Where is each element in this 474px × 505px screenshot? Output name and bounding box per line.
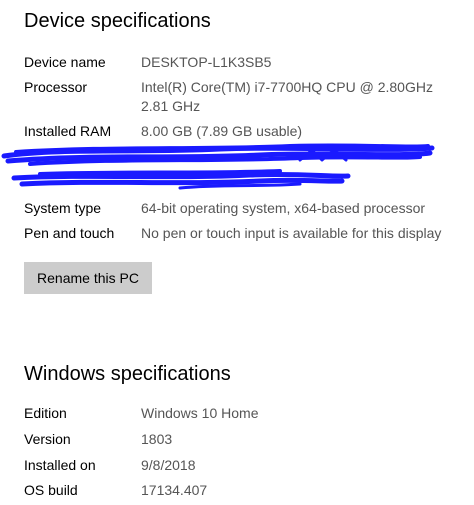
pen-and-touch-value: No pen or touch input is available for t… [141, 225, 442, 241]
version-value: 1803 [141, 431, 173, 447]
windows-specifications-heading: Windows specifications [24, 363, 231, 385]
system-type-value: 64-bit operating system, x64-based proce… [141, 200, 426, 216]
processor-label: Processor [24, 79, 88, 95]
device-name-value: DESKTOP-L1K3SB5 [141, 54, 272, 70]
rename-this-pc-button[interactable]: Rename this PC [24, 262, 152, 294]
os-build-label: OS build [24, 482, 78, 498]
device-name-label: Device name [24, 54, 106, 70]
processor-value: Intel(R) Core(TM) i7-7700HQ CPU @ 2.80GH… [141, 79, 433, 95]
installed-ram-label: Installed RAM [24, 123, 112, 139]
processor-value-speed: 2.81 GHz [141, 98, 201, 114]
system-type-label: System type [24, 200, 102, 216]
installed-on-label: Installed on [24, 457, 96, 473]
installed-ram-value: 8.00 GB (7.89 GB usable) [141, 123, 303, 139]
pen-and-touch-label: Pen and touch [24, 225, 115, 241]
os-build-value: 17134.407 [141, 482, 208, 498]
processor-row: Processor Intel(R) Core(TM) i7-7700HQ CP… [24, 78, 464, 116]
device-specifications-heading: Device specifications [24, 10, 211, 32]
edition-value: Windows 10 Home [141, 405, 259, 421]
installed-on-value: 9/8/2018 [141, 457, 196, 473]
redaction-scribble [1, 143, 435, 190]
version-label: Version [24, 431, 71, 447]
edition-label: Edition [24, 405, 67, 421]
